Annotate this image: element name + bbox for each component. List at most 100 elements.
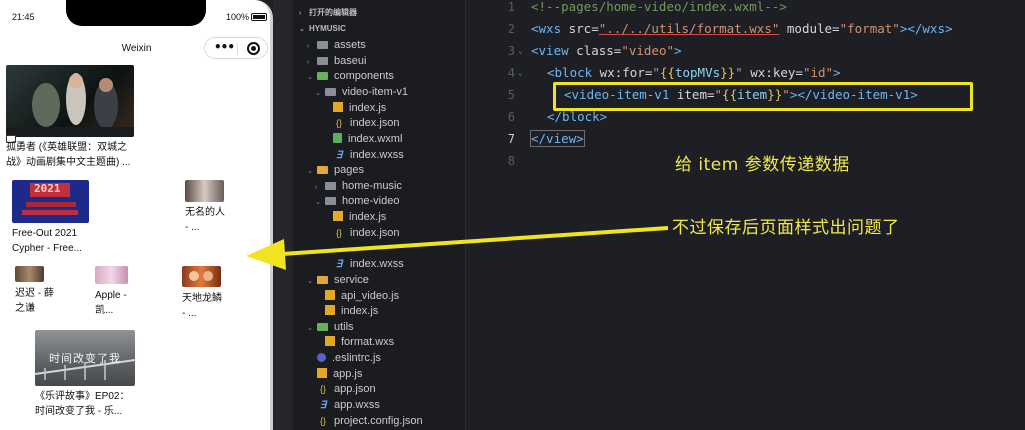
folder-icon: [317, 41, 328, 49]
json-file-icon: {}: [335, 228, 342, 238]
annotation-note-2: 不过保存后页面样式出问题了: [672, 218, 900, 238]
json-file-icon: {}: [319, 384, 326, 394]
js-file-icon: [333, 211, 343, 221]
video-thumbnail[interactable]: [185, 180, 224, 202]
line-number: 6: [507, 110, 515, 124]
tree-label: index.wxml: [348, 133, 403, 145]
tree-label: .eslintrc.js: [332, 352, 381, 364]
folder-icon: [317, 166, 328, 174]
tree-label: home-music: [342, 180, 402, 192]
tree-item-video-item-v1[interactable]: ⌄ video-item-v1: [315, 84, 408, 100]
tree-item-index-js[interactable]: index.js: [325, 303, 378, 319]
json-file-icon: {}: [319, 416, 326, 426]
line-number: 8: [507, 154, 515, 168]
folder-icon: [317, 57, 328, 65]
folder-icon: [325, 197, 336, 205]
thumbnail-image: [6, 73, 134, 137]
fold-chevron-icon[interactable]: ⌄: [518, 62, 523, 84]
folder-icon: [325, 88, 336, 96]
tree-item-utils[interactable]: ⌄ utils: [307, 319, 354, 335]
tree-label: app.js: [333, 368, 363, 380]
video-title[interactable]: 《乐评故事》EP02：时间改变了我 - 乐...: [35, 389, 139, 419]
status-battery-text: 100%: [226, 12, 250, 22]
tree-item-app-js[interactable]: app.js: [317, 366, 362, 382]
tree-item-index-js[interactable]: index.js: [333, 209, 386, 225]
phone-notch: [66, 0, 206, 26]
wxs-file-icon: [325, 336, 335, 346]
tree-label: video-item-v1: [342, 86, 409, 98]
video-title[interactable]: 无名的人 - ...: [185, 205, 227, 235]
close-miniprogram-icon[interactable]: [247, 42, 260, 55]
tree-label: app.json: [334, 383, 376, 395]
tree-label: baseui: [334, 55, 367, 67]
battery-icon: [251, 13, 267, 21]
tree-item-api-video-js[interactable]: api_video.js: [325, 288, 399, 304]
fold-chevron-icon[interactable]: ⌄: [518, 40, 523, 62]
tree-item-index-js[interactable]: index.js: [333, 100, 386, 116]
line-number: 3: [507, 44, 515, 58]
video-thumbnail[interactable]: 2021: [12, 180, 89, 223]
eslint-icon: [317, 353, 326, 362]
video-thumbnail[interactable]: [95, 266, 128, 284]
video-thumbnail[interactable]: [6, 65, 134, 137]
tree-item-index-json[interactable]: {} index.json: [333, 225, 400, 241]
status-time: 21:45: [12, 12, 35, 22]
tree-label: index.js: [349, 211, 387, 223]
highlight-box: [553, 82, 973, 111]
tree-label: project.config.json: [334, 415, 423, 427]
tree-item-service[interactable]: ⌄ service: [307, 272, 369, 288]
tree-item-index-json[interactable]: {} index.json: [333, 115, 400, 131]
video-title[interactable]: 天地龙鳞 - ...: [182, 291, 226, 321]
code-line-1: <!--pages/home-video/index.wxml-->: [531, 0, 787, 14]
video-thumbnail[interactable]: 时间改变了我: [35, 330, 135, 386]
tree-item-format-wxs[interactable]: format.wxs: [325, 334, 394, 350]
thumbnail-caption: 时间改变了我: [49, 352, 121, 365]
line-number: 4: [507, 66, 515, 80]
tree-item-baseui[interactable]: › baseui: [307, 53, 366, 69]
project-header[interactable]: ⌄ HYMUSIC: [299, 21, 346, 37]
code-line-7: </view>: [530, 130, 585, 147]
json-file-icon: {}: [335, 118, 342, 128]
tree-label: assets: [334, 39, 366, 51]
tree-label: utils: [334, 321, 354, 333]
code-line-3: <view class="video">: [531, 43, 682, 58]
capsule-menu[interactable]: •••: [204, 37, 268, 59]
folder-icon: [325, 182, 336, 190]
tree-item-components[interactable]: ⌄ components: [307, 68, 394, 84]
tree-item-project-config[interactable]: {} project.config.json: [317, 413, 423, 429]
video-thumbnail[interactable]: [15, 266, 44, 282]
tree-item-index-wxml[interactable]: index.wxml: [333, 131, 402, 147]
video-thumbnail[interactable]: [182, 266, 221, 287]
code-line-4: <block wx:for="{{topMVs}}" wx:key="id">: [547, 65, 841, 80]
file-explorer: › 打开的编辑器 ⌄ HYMUSIC › assets › baseui ⌄ compon…: [293, 0, 465, 430]
tree-label: index.wxss: [350, 149, 404, 161]
line-number: 7: [507, 132, 515, 146]
tree-item-assets[interactable]: › assets: [307, 37, 366, 53]
tree-label: format.wxs: [341, 336, 395, 348]
folder-icon: [317, 276, 328, 284]
thumbnail-image: [189, 271, 213, 281]
video-title[interactable]: Free-Out 2021 Cypher - Free...: [12, 226, 98, 256]
phone-simulator: 21:45 100% Weixin ••• 孤勇者 (《英雄联盟：双城之战》动画…: [0, 0, 273, 430]
tree-label: api_video.js: [341, 290, 400, 302]
thumbnail-caption: 2021: [34, 182, 61, 195]
open-editors-header[interactable]: › 打开的编辑器: [299, 5, 357, 21]
tree-item-app-json[interactable]: {} app.json: [317, 381, 376, 397]
js-file-icon: [325, 305, 335, 315]
tree-label: components: [334, 70, 394, 82]
tree-item-index-wxss[interactable]: ∃ index.wxss: [333, 256, 404, 272]
video-title[interactable]: 孤勇者 (《英雄联盟：双城之战》动画剧集中文主题曲) ...: [6, 140, 138, 170]
video-title[interactable]: 迟迟 - 薛之谦: [15, 286, 55, 316]
tree-item-index-wxss[interactable]: ∃ index.wxss: [333, 147, 404, 163]
tree-label: index.js: [349, 102, 387, 114]
tree-item-pages[interactable]: ⌄ pages: [307, 162, 364, 178]
video-title[interactable]: Apple - 凯...: [95, 288, 135, 318]
open-editors-label: 打开的编辑器: [309, 8, 357, 17]
js-file-icon: [325, 290, 335, 300]
tree-item-app-wxss[interactable]: ∃ app.wxss: [317, 397, 380, 413]
more-icon[interactable]: •••: [214, 41, 235, 53]
tree-item-home-video[interactable]: ⌄ home-video: [315, 193, 399, 209]
tree-item-home-music[interactable]: › home-music: [315, 178, 402, 194]
tree-item-eslintrc[interactable]: .eslintrc.js: [317, 350, 381, 366]
activity-bar: [273, 0, 293, 430]
